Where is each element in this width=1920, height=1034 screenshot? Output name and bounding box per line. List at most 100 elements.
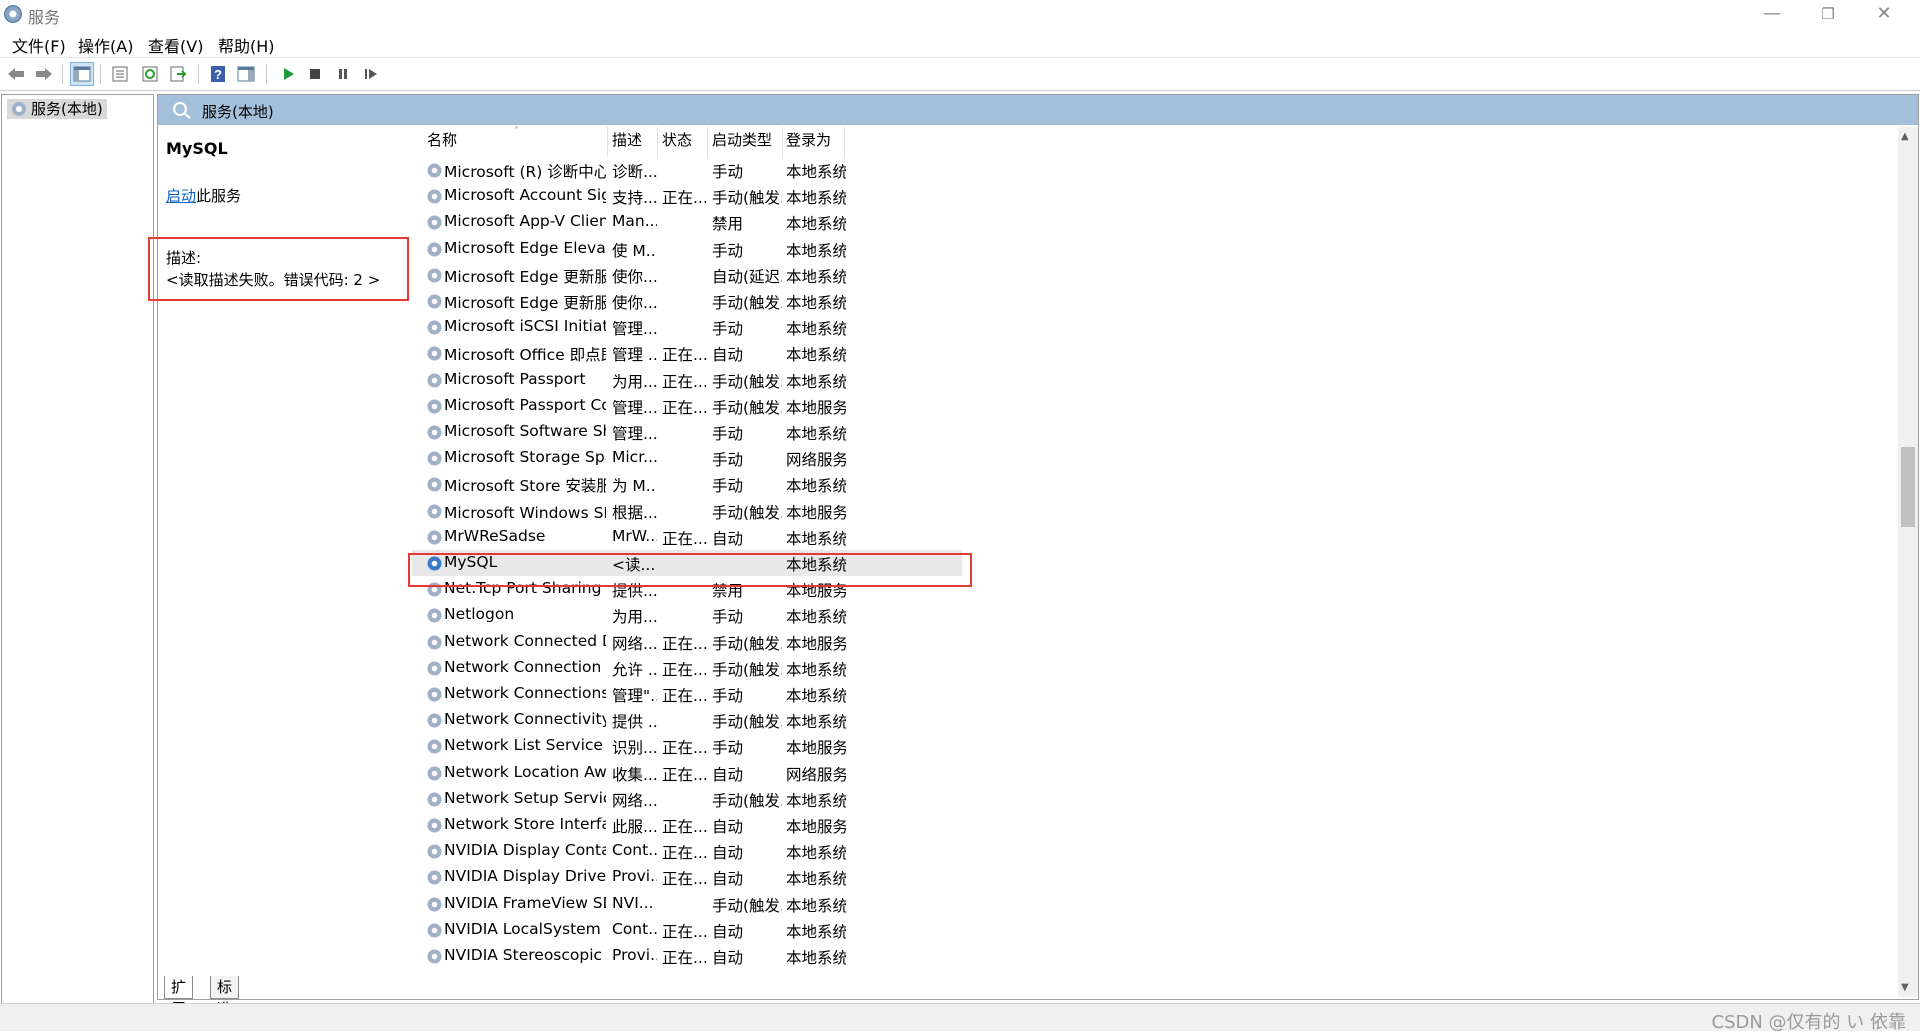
service-row[interactable]: Network Connected Devic... 网络... 正在... 手动(触… <box>412 629 962 655</box>
service-row[interactable]: Microsoft Office 即点即用... 管理 ... 正在... 自动 本地系… <box>412 340 962 366</box>
service-logon: 本地服务 <box>786 739 846 758</box>
service-startup-type: 手动 <box>712 739 744 758</box>
service-description-cell: 为用... <box>612 608 657 627</box>
service-gear-icon <box>426 476 443 498</box>
service-name: Microsoft Edge 更新服务 (... <box>444 267 606 286</box>
service-row[interactable]: Network Connectivity Assis... 提供 ... 手动(触发… <box>412 707 962 733</box>
service-row[interactable]: Network Setup Service 网络... 手动(触发...本地系统 <box>412 786 962 812</box>
resume-service-icon[interactable] <box>359 62 383 86</box>
service-row[interactable]: Microsoft Account Sign-in ... 支持... 正在... 手… <box>412 183 962 209</box>
service-row[interactable]: Microsoft Edge 更新服务 (... 使你... 自动(延迟...本地系… <box>412 262 962 288</box>
service-startup-type: 手动(触发... <box>712 791 782 810</box>
properties-icon[interactable] <box>108 62 132 86</box>
service-description-cell: 为用... <box>612 372 657 391</box>
service-row[interactable]: Microsoft Windows SMS 路... 根据... 手动(触发...本… <box>412 498 962 524</box>
service-row[interactable]: NVIDIA Stereoscopic 3D D... Provi... 正在...… <box>412 943 962 969</box>
service-name: Network Connections <box>444 684 606 702</box>
toolbar: ? <box>0 57 1920 91</box>
scroll-thumb[interactable] <box>1901 447 1915 527</box>
service-startup-type: 手动(触发... <box>712 372 782 391</box>
service-logon: 网络服务 <box>786 765 846 784</box>
service-row[interactable]: Microsoft Store 安装服务为 M... 手动 本地系统 <box>412 471 962 497</box>
scroll-down-icon[interactable]: ▼ <box>1901 982 1909 993</box>
service-row[interactable]: Microsoft Passport 为用... 正在... 手动(触发...本地系统 <box>412 367 962 393</box>
service-status: 正在... <box>662 765 707 784</box>
service-startup-type: 手动(触发... <box>712 189 782 208</box>
service-row[interactable]: NVIDIA FrameView SDK se... NVI... 手动(触发...… <box>412 891 962 917</box>
service-row[interactable]: Microsoft Edge 更新服务 (... 使你... 手动(触发...本地系… <box>412 288 962 314</box>
service-row[interactable]: MrWReSadse MrW... 正在... 自动 本地系统 <box>412 524 962 550</box>
service-name: Microsoft Account Sign-in ... <box>444 186 606 205</box>
service-gear-icon <box>426 503 443 525</box>
export-list-icon[interactable] <box>166 62 190 86</box>
service-name: NVIDIA Display Container LS <box>444 841 606 860</box>
service-row[interactable]: Network Location Awarene... 收集... 正在... 自动 网… <box>412 760 962 786</box>
service-row[interactable]: NVIDIA Display Container LS Cont... 正在... 自… <box>412 838 962 864</box>
service-row[interactable]: Microsoft Software Shado... 管理... 手动 本地系统 <box>412 419 962 445</box>
service-name: Network Connected Devic... <box>444 631 606 650</box>
service-description-cell: Provi... <box>612 946 657 964</box>
start-service-icon[interactable] <box>276 62 300 86</box>
service-row[interactable]: Microsoft Edge Elevation S... 使 M... 手动 本地系… <box>412 236 962 262</box>
column-header-startup-type[interactable]: 启动类型 <box>712 127 772 153</box>
service-row[interactable]: Microsoft iSCSI Initiator Ser... 管理... 手动 本… <box>412 314 962 340</box>
service-row[interactable]: Network List Service 识别... 正在... 手动 本地服务 <box>412 733 962 759</box>
service-name: Microsoft Windows SMS 路... <box>444 503 606 522</box>
service-row[interactable]: Netlogon 为用... 手动 本地系统 <box>412 602 962 628</box>
vertical-scrollbar[interactable]: ▲ ▼ <box>1898 127 1918 997</box>
service-description-cell: 此服... <box>612 818 657 836</box>
tab-standard[interactable]: 标准 <box>210 976 240 1018</box>
service-name: Network Setup Service <box>444 788 606 807</box>
show-console-tree-icon[interactable] <box>70 62 94 86</box>
service-row[interactable]: NVIDIA Display Driver Serv... Provi... 正在.… <box>412 864 962 890</box>
column-header-logon-as[interactable]: 登录为 <box>786 127 831 153</box>
show-action-pane-icon[interactable] <box>234 62 258 86</box>
svg-text:?: ? <box>214 67 222 82</box>
service-logon: 本地系统 <box>786 294 846 312</box>
service-row[interactable]: Microsoft (R) 诊断中心标准... 诊断... 手动 本地系统 <box>412 157 962 183</box>
pause-service-icon[interactable] <box>331 62 355 86</box>
help-icon[interactable]: ? <box>206 62 230 86</box>
scroll-up-icon[interactable]: ▲ <box>1901 131 1909 142</box>
service-startup-type: 手动 <box>712 451 744 470</box>
menu-view[interactable]: 查看(V) <box>148 33 203 57</box>
service-gear-icon <box>426 162 443 184</box>
menu-bar: 文件(F) 操作(A) 查看(V) 帮助(H) <box>0 30 1920 56</box>
service-row[interactable]: NVIDIA LocalSystem Conta... Cont... 正在... 自… <box>412 917 962 943</box>
column-header-status[interactable]: 状态 <box>662 127 692 153</box>
service-row[interactable]: Microsoft App-V Client Man... 禁用 本地系统 <box>412 209 962 235</box>
menu-help[interactable]: 帮助(H) <box>218 33 275 57</box>
refresh-icon[interactable] <box>138 62 162 86</box>
service-description-cell: 管理"... <box>612 687 657 705</box>
service-status: 正在... <box>662 189 707 208</box>
service-logon: 本地系统 <box>786 215 846 234</box>
service-logon: 本地系统 <box>786 372 846 391</box>
back-arrow-icon[interactable] <box>4 62 28 86</box>
service-row[interactable]: Microsoft Storage Spaces S... Micr... 手动 网络… <box>412 445 962 471</box>
menu-file[interactable]: 文件(F) <box>12 33 66 57</box>
restore-button[interactable]: ❐ <box>1800 0 1856 28</box>
service-row[interactable]: Network Connections 管理"... 正在... 手动 本地系统 <box>412 681 962 707</box>
service-name: Network Connection Broker <box>444 657 606 676</box>
minimize-button[interactable]: — <box>1744 0 1800 28</box>
forward-arrow-icon[interactable] <box>32 62 56 86</box>
tab-extended[interactable]: 扩展 <box>164 976 194 1018</box>
service-logon: 本地系统 <box>786 844 846 863</box>
service-row[interactable]: Microsoft Passport Container 管理... 正在... 手动… <box>412 393 962 419</box>
service-gear-icon <box>426 712 443 734</box>
service-logon: 本地服务 <box>786 503 846 522</box>
service-row[interactable]: Network Connection Broker 允许 ... 正在... 手动(触… <box>412 655 962 681</box>
column-header-description[interactable]: 描述 <box>612 127 642 153</box>
stop-service-icon[interactable] <box>303 62 327 86</box>
column-header-name[interactable]: 名称 <box>427 127 457 153</box>
service-description-cell: 识别... <box>612 739 657 758</box>
start-service-link[interactable]: 启动 <box>166 187 196 205</box>
close-button[interactable]: ✕ <box>1856 0 1912 28</box>
panel-header: 服务(本地) <box>158 95 1918 125</box>
service-description-cell: MrW... <box>612 526 657 545</box>
menu-action[interactable]: 操作(A) <box>78 33 133 57</box>
service-logon: 网络服务 <box>786 451 846 470</box>
service-row[interactable]: Network Store Interface Se... 此服... 正在... 自… <box>412 812 962 838</box>
tree-item-services-local[interactable]: 服务(本地) <box>7 99 107 119</box>
service-startup-type: 禁用 <box>712 215 744 234</box>
